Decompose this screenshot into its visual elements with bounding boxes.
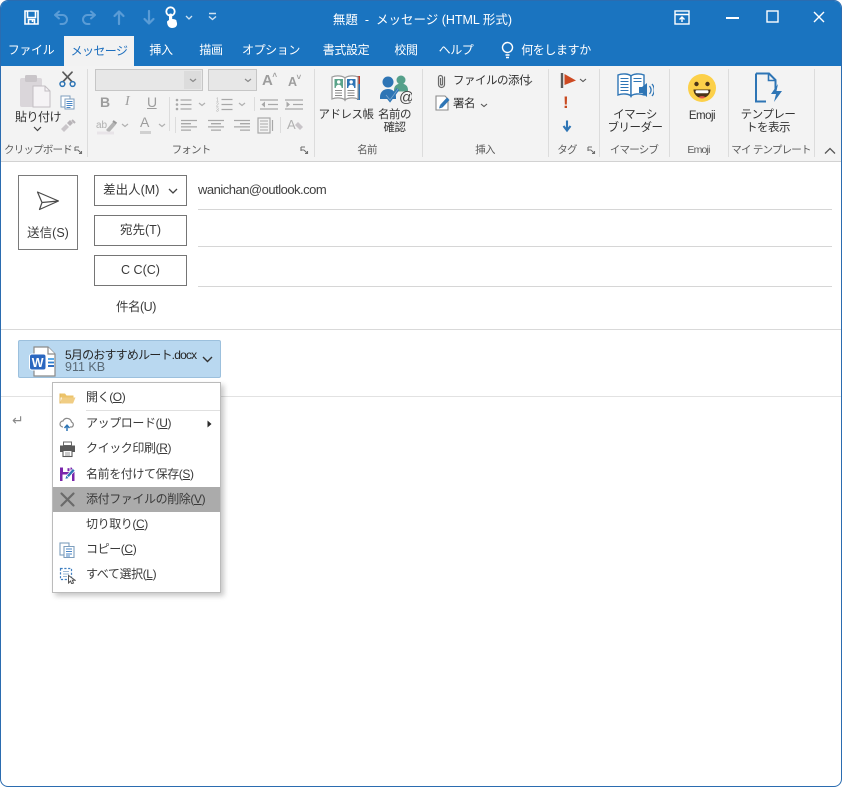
- svg-text:W: W: [32, 356, 44, 370]
- svg-text:A: A: [287, 117, 296, 132]
- svg-text:@: @: [399, 89, 412, 105]
- svg-text:ab: ab: [96, 120, 108, 131]
- svg-text:3: 3: [216, 108, 219, 113]
